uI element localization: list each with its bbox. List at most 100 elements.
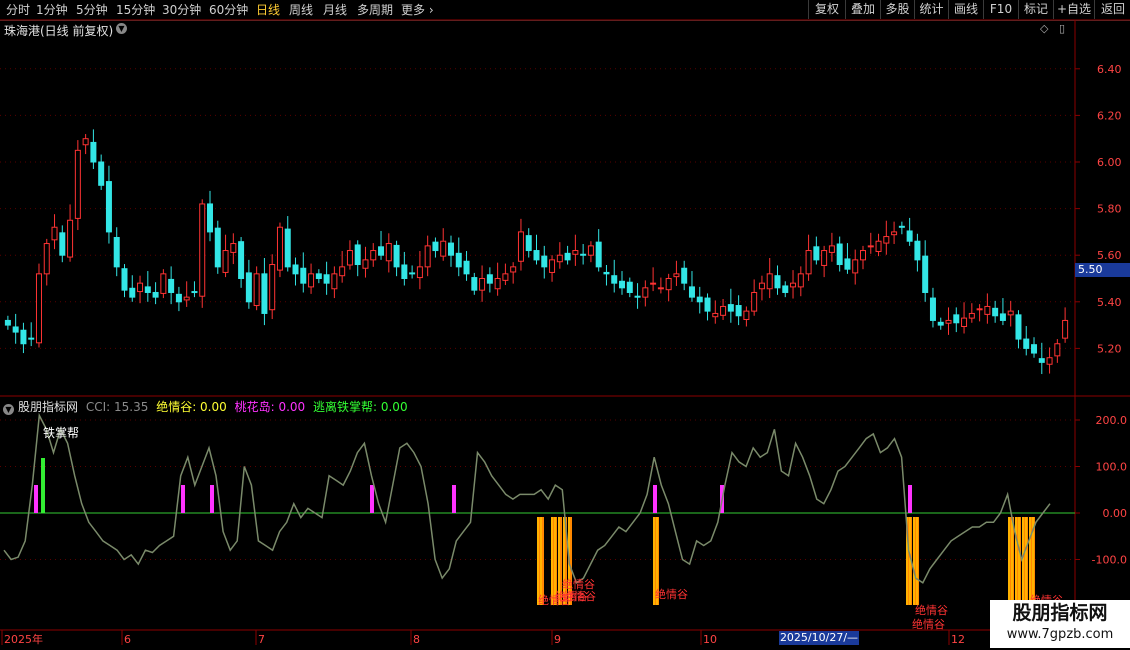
taohuadao-bar: [653, 485, 657, 513]
candle-body: [657, 287, 664, 290]
candle-body: [160, 273, 167, 294]
candle-body: [961, 317, 968, 327]
candle-body: [51, 226, 58, 241]
candle-body: [424, 245, 431, 268]
candle-body: [782, 285, 789, 293]
candle-body: [67, 219, 74, 258]
candle-body: [844, 258, 851, 270]
indicator-series: 铁掌帮绝情谷绝情谷绝情谷绝情谷绝情谷绝情谷绝情谷绝情谷: [0, 412, 1075, 631]
candle-body: [642, 287, 649, 298]
candle-body: [323, 274, 330, 284]
jueqinggu-label: 绝情谷: [563, 589, 596, 603]
candle-body: [696, 296, 703, 303]
candle-body: [362, 259, 369, 269]
candle-body: [828, 245, 835, 253]
chevron-down-icon[interactable]: ▼: [3, 404, 14, 415]
candle-body: [688, 286, 695, 298]
candle-body: [292, 264, 299, 275]
taohuadao-bar: [34, 485, 38, 513]
jueqinggu-label: 绝情谷: [915, 603, 948, 617]
candle-body: [650, 282, 657, 285]
candle-body: [712, 312, 719, 318]
candle-body: [284, 228, 291, 268]
indicator-header: ▼ 股朋指标网 CCI: 15.35 绝情谷: 0.00 桃花岛: 0.00 逃离…: [0, 398, 412, 415]
candle-body: [12, 326, 19, 333]
candle-body: [354, 244, 361, 266]
candle-body: [859, 250, 866, 261]
candle-body: [720, 305, 727, 316]
candle-body: [968, 312, 975, 319]
candle-body: [673, 273, 680, 278]
candle-body: [28, 337, 35, 340]
taoli-bar: [41, 458, 45, 513]
chevron-down-icon[interactable]: ▼: [116, 23, 127, 34]
candle-body: [447, 242, 454, 256]
candle-body: [276, 226, 283, 271]
candle-body: [587, 245, 594, 256]
cci-line: [3, 412, 1051, 584]
stock-title: 珠海港(日线 前复权): [4, 24, 114, 38]
candle-body: [766, 273, 773, 290]
candle-body: [300, 267, 307, 284]
candle-body: [486, 274, 493, 284]
candle-body: [953, 314, 960, 324]
taohuadao-bar: [908, 485, 912, 513]
x-tick-label: 6: [124, 633, 131, 646]
readout-jueqinggu: 绝情谷: 0.00: [156, 400, 227, 414]
price-tick-label: 5.80: [1097, 203, 1122, 216]
candle-body: [976, 308, 983, 311]
candle-body: [113, 236, 120, 268]
candle-body: [790, 282, 797, 288]
chart-canvas: 铁掌帮绝情谷绝情谷绝情谷绝情谷绝情谷绝情谷绝情谷绝情谷 6.406.206.00…: [0, 19, 1130, 646]
candle-body: [346, 250, 353, 266]
price-tick-label: 5.20: [1097, 342, 1122, 355]
candle-body: [665, 278, 672, 291]
candle-body: [20, 329, 27, 345]
candle-body: [378, 246, 385, 256]
candle-body: [245, 272, 252, 303]
candle-body: [758, 282, 765, 290]
candle-body: [898, 225, 905, 228]
cci-tick-label: 0.00: [1103, 507, 1128, 520]
candle-body: [797, 273, 804, 288]
readout-taoli: 逃离铁掌帮: 0.00: [313, 400, 408, 414]
candle-body: [556, 254, 563, 263]
cci-tick-label: 200.0: [1096, 414, 1128, 427]
candle-body: [463, 260, 470, 275]
candle-body: [401, 264, 408, 279]
candle-body: [751, 291, 758, 312]
candle-body: [152, 291, 159, 298]
x-tick-label: 12: [951, 633, 965, 646]
cursor-date-tag: 2025/10/27/—: [779, 631, 859, 645]
candle-body: [852, 259, 859, 274]
candle-body: [922, 255, 929, 293]
candle-body: [836, 243, 843, 266]
candle-body: [1015, 314, 1022, 340]
price-tick-label: 6.40: [1097, 63, 1122, 76]
candle-body: [121, 268, 128, 291]
candle-body: [510, 266, 517, 273]
candle-body: [1007, 310, 1014, 316]
candle-body: [214, 227, 221, 268]
panel-toggle-icon[interactable]: ▯: [1059, 22, 1065, 35]
candle-body: [572, 250, 579, 255]
taohuadao-bar: [181, 485, 185, 513]
candle-body: [891, 231, 898, 236]
current-price-tag: 5.50: [1075, 263, 1130, 277]
jueqinggu-label: 绝情谷: [655, 587, 688, 601]
candle-body: [253, 273, 260, 307]
candle-body: [774, 275, 781, 289]
taohuadao-bar: [210, 485, 214, 513]
taohuadao-bar: [370, 485, 374, 513]
candle-body: [105, 181, 112, 233]
candle-body: [533, 250, 540, 261]
candle-body: [440, 240, 447, 257]
diamond-icon[interactable]: ◇: [1040, 22, 1048, 35]
candle-body: [1046, 357, 1053, 365]
candle-body: [1023, 338, 1030, 349]
candle-body: [541, 255, 548, 268]
candle-body: [634, 295, 641, 298]
candle-body: [619, 280, 626, 289]
candle-body: [704, 297, 711, 312]
candle-body: [564, 252, 571, 261]
